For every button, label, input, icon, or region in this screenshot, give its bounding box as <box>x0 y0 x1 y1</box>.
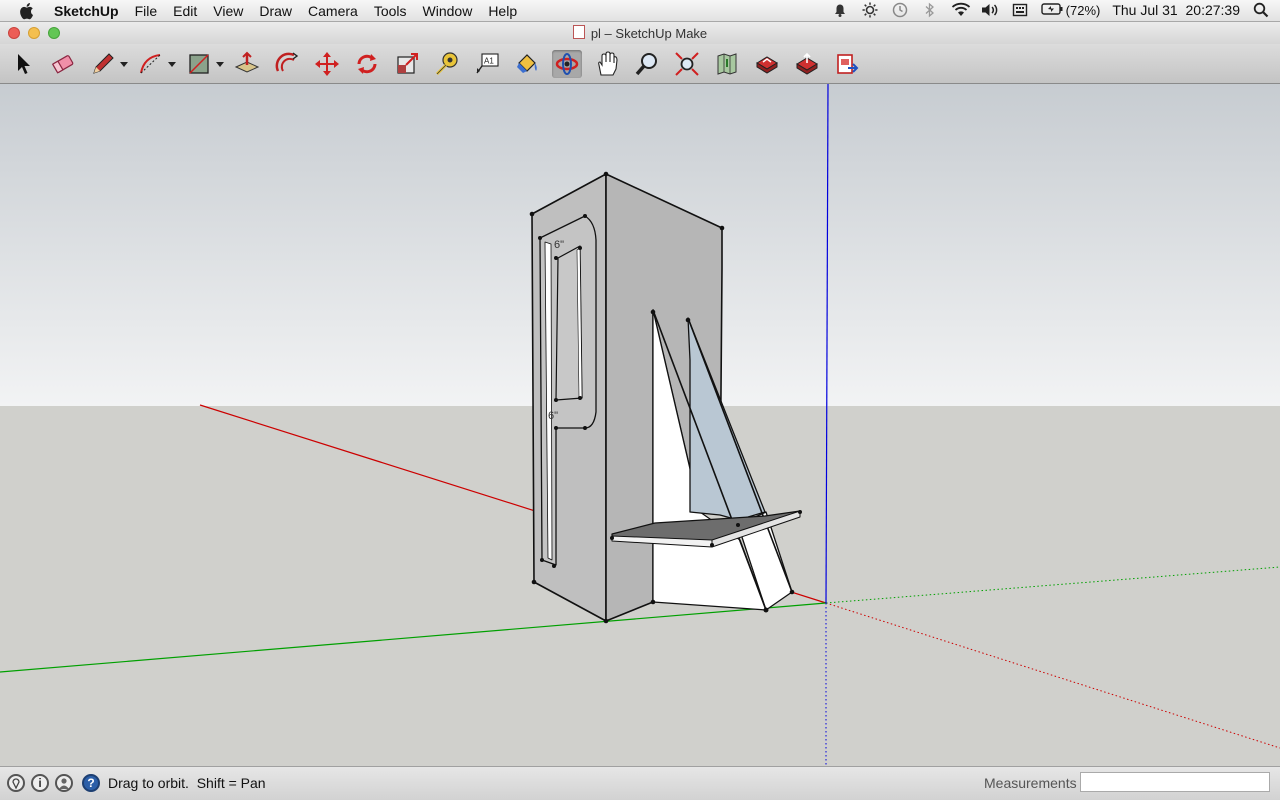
menu-edit[interactable]: Edit <box>165 3 205 19</box>
bluetooth-icon[interactable] <box>921 2 939 18</box>
hand-pan-icon <box>598 51 618 76</box>
rectangle-tool-dropdown-icon[interactable] <box>216 62 224 67</box>
measurements-label: Measurements <box>984 775 1077 791</box>
share-model-icon <box>796 52 818 75</box>
dimension-label-bottom[interactable]: 6" <box>548 410 558 422</box>
apple-menu-icon[interactable] <box>20 2 36 20</box>
window-title: pl – SketchUp Make <box>0 25 1280 41</box>
move-arrows-icon <box>315 52 339 76</box>
zoom-extents-tool-button[interactable] <box>672 50 702 78</box>
notification-bell-icon[interactable] <box>831 2 849 18</box>
menu-draw[interactable]: Draw <box>251 3 300 19</box>
spotlight-search-icon[interactable] <box>1252 2 1270 18</box>
geo-location-icon[interactable] <box>7 774 25 792</box>
menu-camera[interactable]: Camera <box>300 3 366 19</box>
orbit-icon <box>555 53 579 75</box>
measurements-input[interactable] <box>1080 772 1270 792</box>
menu-window[interactable]: Window <box>415 3 481 19</box>
offset-icon <box>275 52 299 72</box>
rectangle-tool-button[interactable] <box>184 50 224 78</box>
document-icon[interactable] <box>572 25 585 39</box>
sign-in-user-icon[interactable] <box>55 774 73 792</box>
add-location-tool-button[interactable] <box>712 50 742 78</box>
warehouse-icon <box>756 56 778 74</box>
magnifier-icon <box>635 53 657 76</box>
window-title-text: pl – SketchUp Make <box>590 26 708 41</box>
push-pull-tool-button[interactable] <box>232 50 262 78</box>
zoom-tool-button[interactable] <box>632 50 662 78</box>
status-bar: i ? Drag to orbit. Shift = Pan Measureme… <box>0 766 1280 800</box>
menu-help[interactable]: Help <box>480 3 525 19</box>
menu-view[interactable]: View <box>205 3 251 19</box>
text-tool-button[interactable]: A1 <box>472 50 502 78</box>
line-tool-dropdown-icon[interactable] <box>120 62 128 67</box>
scale-tool-button[interactable] <box>392 50 422 78</box>
model-viewport[interactable]: 6" 6" <box>0 84 1280 766</box>
pencil-icon <box>93 53 114 74</box>
select-tool-button[interactable] <box>8 50 38 78</box>
eraser-icon <box>51 55 74 74</box>
credits-info-icon[interactable]: i <box>31 774 49 792</box>
menu-app-sketchup[interactable]: SketchUp <box>54 3 127 19</box>
orbit-tool-button[interactable] <box>552 50 582 78</box>
dimension-label-top[interactable]: 6" <box>554 239 564 251</box>
svg-text:A1: A1 <box>484 57 494 66</box>
select-arrow-icon <box>18 54 30 74</box>
tape-measure-icon <box>435 52 458 76</box>
toolbar: A1 <box>0 44 1280 84</box>
arc-icon <box>140 54 161 74</box>
zoom-extents-icon <box>675 52 699 76</box>
send-to-layout-tool-button[interactable] <box>832 50 862 78</box>
viewport-canvas[interactable]: 6" 6" <box>0 84 1280 766</box>
paint-bucket-icon <box>517 54 537 73</box>
menu-file[interactable]: File <box>127 3 166 19</box>
arc-tool-dropdown-icon[interactable] <box>168 62 176 67</box>
paint-bucket-tool-button[interactable] <box>512 50 542 78</box>
input-menu-icon[interactable] <box>1011 2 1029 18</box>
battery-percent: (72%) <box>1065 2 1101 18</box>
3d-warehouse-tool-button[interactable] <box>752 50 782 78</box>
tape-measure-tool-button[interactable] <box>432 50 462 78</box>
offset-tool-button[interactable] <box>272 50 302 78</box>
line-tool-button[interactable] <box>88 50 128 78</box>
pan-tool-button[interactable] <box>592 50 622 78</box>
push-pull-icon <box>234 51 260 73</box>
eraser-tool-button[interactable] <box>48 50 78 78</box>
instructor-help-icon[interactable]: ? <box>82 774 100 792</box>
share-model-tool-button[interactable] <box>792 50 822 78</box>
brightness-icon[interactable] <box>861 2 879 18</box>
status-hint: Drag to orbit. Shift = Pan <box>108 775 266 791</box>
rotate-tool-button[interactable] <box>352 50 382 78</box>
map-location-icon <box>717 53 737 75</box>
rectangle-icon <box>189 54 209 74</box>
time-machine-icon[interactable] <box>891 2 909 18</box>
scale-icon <box>397 53 418 74</box>
window-title-bar: pl – SketchUp Make <box>0 22 1280 44</box>
volume-icon[interactable] <box>981 2 999 18</box>
menu-bar: SketchUp File Edit View Draw Camera Tool… <box>0 0 1280 22</box>
layout-icon <box>837 54 859 74</box>
rotate-icon <box>357 54 377 74</box>
arc-tool-button[interactable] <box>136 50 176 78</box>
menubar-clock[interactable]: Thu Jul 31 20:27:39 <box>1112 2 1240 18</box>
menu-tools[interactable]: Tools <box>366 3 415 19</box>
move-tool-button[interactable] <box>312 50 342 78</box>
battery-icon[interactable] <box>1040 2 1063 18</box>
text-label-icon: A1 <box>476 53 499 74</box>
wifi-icon[interactable] <box>951 2 970 18</box>
